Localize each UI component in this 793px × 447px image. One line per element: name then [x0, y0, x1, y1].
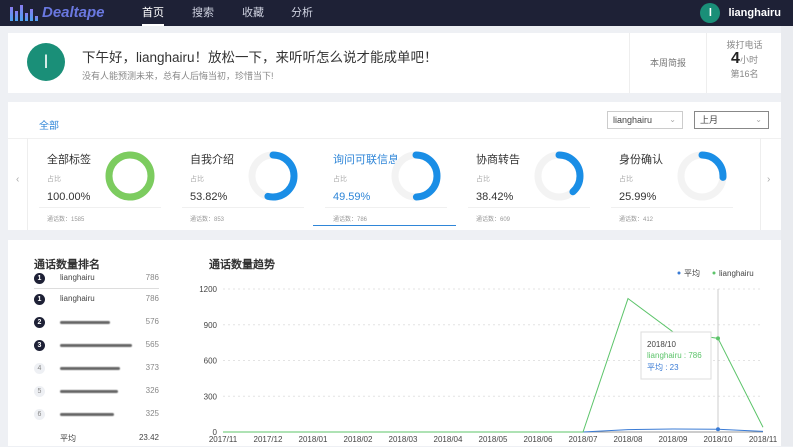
- legend-marker: [712, 271, 716, 275]
- x-tick-label: 2018/11: [749, 435, 778, 444]
- series-point-0: [716, 427, 720, 432]
- y-tick-label: 600: [204, 357, 218, 366]
- y-tick-label: 900: [204, 321, 218, 330]
- x-tick-label: 2018/01: [299, 435, 328, 444]
- x-tick-label: 2017/12: [254, 435, 283, 444]
- y-tick-label: 1200: [199, 285, 217, 294]
- legend-label: lianghairu: [719, 269, 754, 278]
- series-point-1: [716, 336, 720, 341]
- x-tick-label: 2018/02: [344, 435, 373, 444]
- x-tick-label: 2018/08: [614, 435, 643, 444]
- x-tick-label: 2017/11: [209, 435, 238, 444]
- x-tick-label: 2018/03: [389, 435, 418, 444]
- trend-chart: 030060090012002017/11 2017/12 2018/01 2018/…: [199, 268, 778, 444]
- legend-marker: [677, 271, 681, 275]
- tooltip-line: 平均 : 23: [647, 362, 679, 372]
- x-tick-label: 2018/06: [524, 435, 553, 444]
- x-tick-label: 2018/09: [659, 435, 688, 444]
- legend-label: 平均: [684, 268, 700, 278]
- tooltip-title: 2018/10: [647, 340, 676, 349]
- x-tick-label: 2018/05: [479, 435, 508, 444]
- y-tick-label: 300: [204, 392, 218, 401]
- x-tick-label: 2018/04: [434, 435, 463, 444]
- tooltip-line: lianghairu : 786: [647, 351, 702, 360]
- x-tick-label: 2018/07: [569, 435, 598, 444]
- x-tick-label: 2018/10: [704, 435, 733, 444]
